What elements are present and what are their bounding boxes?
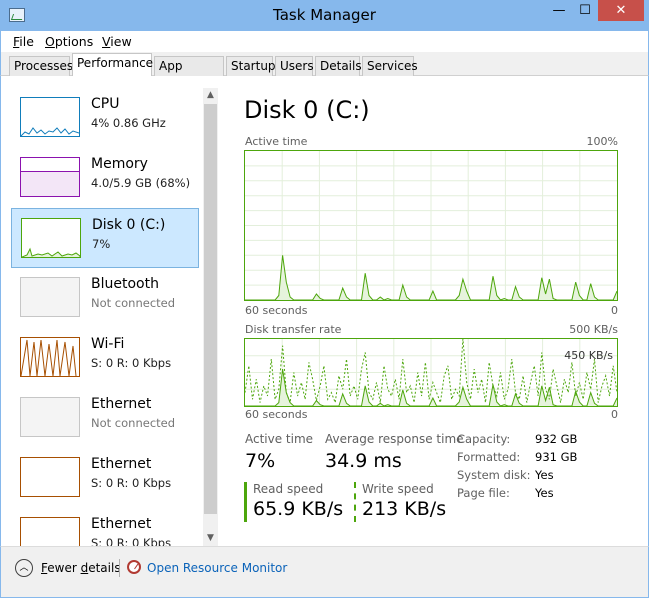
write-speed-label: Write speed bbox=[362, 482, 434, 496]
sidebar-item-label: Memory bbox=[91, 156, 148, 172]
sidebar-item-sub: 4.0/5.9 GB (68%) bbox=[91, 176, 191, 190]
info-value: Yes bbox=[535, 468, 554, 482]
menu-bar: File Options View bbox=[0, 31, 649, 52]
info-key: System disk: bbox=[457, 468, 531, 482]
sidebar-item-label: Ethernet bbox=[91, 516, 152, 532]
transfer-rate-graph-label: Disk transfer rate bbox=[245, 323, 342, 336]
sidebar-item-label: Ethernet bbox=[91, 456, 152, 472]
sidebar-item-sub: 4% 0.86 GHz bbox=[91, 116, 166, 130]
wifi-thumbnail-graph bbox=[20, 337, 80, 377]
menu-file[interactable]: File bbox=[13, 34, 34, 49]
write-speed-value: 213 KB/s bbox=[362, 498, 447, 520]
sidebar-item-sub: S: 0 R: 0 Kbps bbox=[91, 536, 172, 546]
info-value: 932 GB bbox=[535, 432, 578, 446]
tab-details[interactable]: Details bbox=[315, 56, 362, 76]
scroll-thumb[interactable] bbox=[204, 104, 217, 514]
info-value: Yes bbox=[535, 486, 554, 500]
sidebar-item-label: Wi-Fi bbox=[91, 336, 125, 352]
sidebar-item-sub: S: 0 R: 0 Kbps bbox=[91, 476, 172, 490]
disk-thumbnail-graph bbox=[21, 218, 81, 258]
write-speed-box: Write speed 213 KB/s bbox=[354, 482, 454, 522]
sidebar-item-sub: S: 0 R: 0 Kbps bbox=[91, 356, 172, 370]
sidebar-item-ethernet-3[interactable]: Ethernet S: 0 R: 0 Kbps bbox=[11, 508, 199, 546]
bluetooth-thumbnail-graph bbox=[20, 277, 80, 317]
info-value: 931 GB bbox=[535, 450, 578, 464]
menu-options[interactable]: Options bbox=[45, 34, 93, 49]
tab-startup[interactable]: Startup bbox=[226, 56, 276, 76]
scroll-down-arrow-icon[interactable]: ▼ bbox=[203, 531, 218, 546]
fewer-details-link[interactable]: Fewer details bbox=[41, 561, 121, 575]
sidebar-item-sub: Not connected bbox=[91, 296, 176, 310]
sidebar-item-disk[interactable]: Disk 0 (C:) 7% bbox=[11, 208, 199, 268]
title-bar: Task Manager — ☐ ✕ bbox=[0, 0, 649, 31]
cpu-thumbnail-graph bbox=[20, 97, 80, 137]
resource-list: CPU 4% 0.86 GHz Memory 4.0/5.9 GB (68%) … bbox=[11, 88, 203, 546]
transfer-rate-graph: 450 KB/s bbox=[244, 338, 618, 407]
maximize-button[interactable]: ☐ bbox=[572, 0, 598, 21]
scroll-up-arrow-icon[interactable]: ▲ bbox=[203, 88, 218, 103]
close-button[interactable]: ✕ bbox=[598, 0, 644, 21]
info-key: Page file: bbox=[457, 486, 510, 500]
chevron-up-icon[interactable]: ︿ bbox=[15, 559, 33, 577]
footer-bar: ︿ Fewer details Open Resource Monitor bbox=[0, 546, 649, 598]
active-time-stat-label: Active time bbox=[245, 432, 314, 446]
tab-processes[interactable]: Processes bbox=[9, 56, 73, 76]
avg-response-label: Average response time bbox=[325, 432, 464, 446]
transfer-rate-scale-label: 450 KB/s bbox=[564, 349, 613, 362]
sidebar-item-memory[interactable]: Memory 4.0/5.9 GB (68%) bbox=[11, 148, 199, 208]
ethernet-thumbnail-graph bbox=[20, 397, 80, 437]
sidebar-scrollbar[interactable]: ▲ ▼ bbox=[203, 88, 218, 548]
sidebar-item-ethernet-2[interactable]: Ethernet S: 0 R: 0 Kbps bbox=[11, 448, 199, 508]
resource-monitor-icon bbox=[127, 560, 141, 574]
tab-services[interactable]: Services bbox=[362, 56, 418, 76]
active-time-graph bbox=[244, 150, 618, 301]
ethernet-thumbnail-graph bbox=[20, 517, 80, 546]
read-speed-value: 65.9 KB/s bbox=[253, 498, 344, 520]
avg-response-value: 34.9 ms bbox=[325, 450, 402, 472]
memory-thumbnail-graph bbox=[20, 157, 80, 197]
open-resource-monitor-link[interactable]: Open Resource Monitor bbox=[147, 561, 287, 575]
performance-panel: CPU 4% 0.86 GHz Memory 4.0/5.9 GB (68%) … bbox=[0, 76, 649, 548]
sidebar-item-label: Disk 0 (C:) bbox=[92, 217, 166, 233]
transfer-rate-max-label: 500 KB/s bbox=[569, 323, 618, 336]
sidebar-item-sub: Not connected bbox=[91, 416, 176, 430]
tab-performance[interactable]: Performance bbox=[72, 53, 153, 77]
info-key: Formatted: bbox=[457, 450, 521, 464]
read-speed-box: Read speed 65.9 KB/s bbox=[244, 482, 344, 522]
tab-app-history[interactable]: App history bbox=[154, 56, 224, 91]
transfer-rate-min-label: 0 bbox=[611, 408, 618, 421]
page-title: Disk 0 (C:) bbox=[244, 96, 370, 124]
footer-divider bbox=[119, 559, 120, 577]
transfer-rate-duration-label: 60 seconds bbox=[245, 408, 308, 421]
minimize-button[interactable]: — bbox=[546, 0, 572, 21]
disk-detail-panel: Disk 0 (C:) Active time 100% 60 seconds … bbox=[244, 76, 624, 546]
ethernet-thumbnail-graph bbox=[20, 457, 80, 497]
active-time-graph-label: Active time bbox=[245, 135, 308, 148]
sidebar-item-label: Ethernet bbox=[91, 396, 152, 412]
read-speed-label: Read speed bbox=[253, 482, 324, 496]
active-time-max-label: 100% bbox=[586, 135, 618, 148]
sidebar-item-ethernet-1[interactable]: Ethernet Not connected bbox=[11, 388, 199, 448]
menu-view[interactable]: View bbox=[102, 34, 132, 49]
active-time-duration-label: 60 seconds bbox=[245, 304, 308, 317]
active-time-stat-value: 7% bbox=[245, 450, 276, 472]
sidebar-item-wifi[interactable]: Wi-Fi S: 0 R: 0 Kbps bbox=[11, 328, 199, 388]
active-time-min-label: 0 bbox=[611, 304, 618, 317]
sidebar-item-sub: 7% bbox=[92, 237, 111, 251]
sidebar-item-label: CPU bbox=[91, 96, 120, 112]
tab-users[interactable]: Users bbox=[275, 56, 314, 76]
info-key: Capacity: bbox=[457, 432, 511, 446]
sidebar-item-bluetooth[interactable]: Bluetooth Not connected bbox=[11, 268, 199, 328]
sidebar-item-label: Bluetooth bbox=[91, 276, 159, 292]
sidebar-item-cpu[interactable]: CPU 4% 0.86 GHz bbox=[11, 88, 199, 148]
tab-bar: Processes Performance App history Startu… bbox=[0, 52, 649, 91]
